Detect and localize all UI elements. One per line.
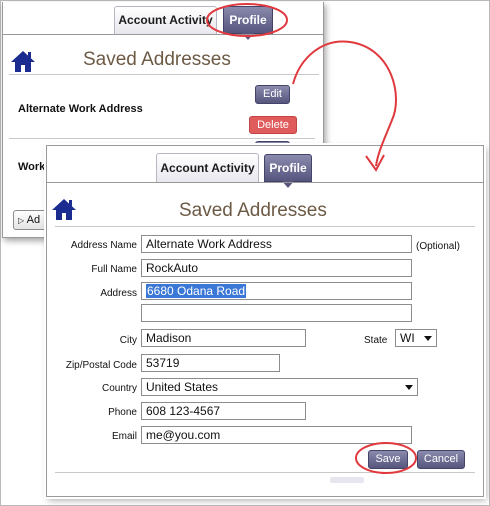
entry-divider (9, 138, 315, 139)
tab-divider (3, 34, 323, 35)
city-input[interactable]: Madison (141, 329, 306, 347)
selected-text: 6680 Odana Road (146, 284, 247, 298)
state-label: State (364, 335, 388, 346)
state-select[interactable]: WI (395, 329, 437, 347)
front-window: Account Activity Profile Saved Addresses… (46, 145, 484, 497)
address-name-label: Address Name (70, 240, 137, 251)
save-button[interactable]: Save (368, 450, 408, 469)
tab-account-activity[interactable]: Account Activity (156, 153, 259, 182)
add-address-label: Ad (26, 214, 41, 226)
edit-button[interactable]: Edit (255, 85, 290, 104)
optional-note: (Optional) (416, 241, 460, 252)
tab-account-activity[interactable]: Account Activity (114, 6, 217, 34)
form-top-divider (55, 226, 475, 227)
full-name-input[interactable]: RockAuto (141, 259, 412, 277)
address-entry-name: Alternate Work Address (18, 103, 143, 115)
tab-profile[interactable]: Profile (264, 154, 312, 188)
address-line2-input[interactable] (141, 304, 412, 322)
address-line1-input[interactable]: 6680 Odana Road (141, 282, 412, 300)
page-title: Saved Addresses (179, 200, 327, 221)
address-entry-name-partial: Work (18, 161, 46, 173)
form-bottom-divider (55, 472, 475, 473)
home-icon[interactable] (10, 49, 36, 73)
country-value: United States (146, 380, 219, 394)
state-value: WI (400, 331, 415, 345)
country-select[interactable]: United States (141, 378, 418, 396)
country-label: Country (101, 383, 137, 394)
email-label: Email (111, 431, 137, 442)
address-name-input[interactable]: Alternate Work Address (141, 235, 412, 253)
zip-label: Zip/Postal Code (65, 360, 137, 371)
delete-button[interactable]: Delete (249, 116, 297, 134)
email-input[interactable]: me@you.com (141, 426, 412, 444)
partial-button-bottom (330, 477, 364, 483)
address-label: Address (100, 288, 137, 299)
phone-input[interactable]: 608 123-4567 (141, 402, 306, 420)
add-address-button[interactable]: ▷ Ad (13, 210, 49, 230)
section-divider (9, 74, 319, 75)
zip-input[interactable]: 53719 (141, 354, 280, 372)
page-title: Saved Addresses (83, 49, 231, 70)
play-triangle-icon: ▷ (18, 216, 25, 225)
tab-profile[interactable]: Profile (223, 6, 273, 40)
city-label: City (119, 335, 137, 346)
chevron-down-icon (424, 336, 432, 341)
cancel-button[interactable]: Cancel (417, 450, 465, 469)
chevron-down-icon (405, 385, 413, 390)
phone-label: Phone (108, 407, 137, 418)
tab-divider (47, 182, 483, 183)
home-icon[interactable] (51, 197, 77, 221)
full-name-label: Full Name (91, 264, 137, 275)
